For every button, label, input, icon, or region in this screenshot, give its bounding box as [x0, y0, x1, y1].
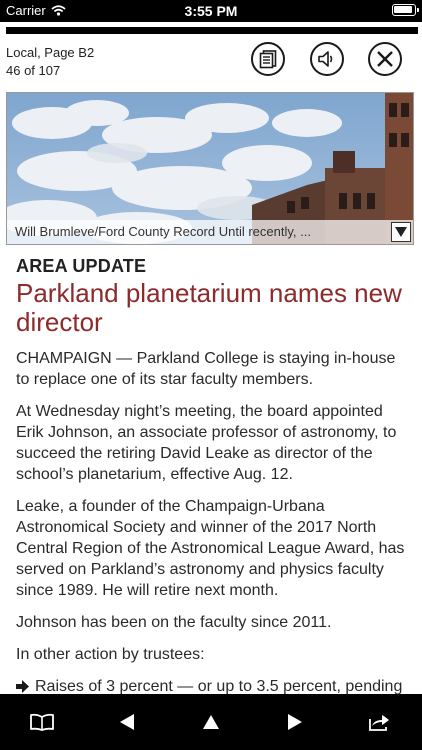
- bottom-toolbar: [0, 694, 422, 750]
- article-paragraph: CHAMPAIGN — Parkland College is staying …: [16, 350, 396, 388]
- status-right: [392, 4, 419, 16]
- reader-header: Local, Page B2 46 of 107: [0, 36, 422, 86]
- article-kicker: AREA UPDATE: [16, 256, 147, 276]
- article-headline: Parkland planetarium names new director: [16, 278, 402, 337]
- photo-caption-bar: Will Brumleve/Ford County Record Until r…: [7, 220, 413, 244]
- section-label: Local, Page B2: [6, 45, 95, 60]
- battery-icon: [392, 4, 419, 16]
- page-count: 46 of 107: [6, 63, 61, 78]
- contents-button[interactable]: [22, 702, 62, 742]
- article-paragraph: Leake, a founder of the Champaign-Urbana…: [16, 498, 405, 599]
- next-icon: [288, 714, 303, 730]
- document-icon: [259, 50, 277, 69]
- clock: 3:55 PM: [184, 3, 238, 19]
- photo-caption: Will Brumleve/Ford County Record Until r…: [15, 224, 311, 239]
- previous-icon: [119, 714, 134, 730]
- article-paragraph: At Wednesday night’s meeting, the board …: [16, 403, 397, 483]
- speaker-icon: [318, 51, 333, 67]
- page-info: Local, Page B2 46 of 107: [6, 44, 94, 80]
- share-button[interactable]: [360, 702, 400, 742]
- close-icon: [377, 51, 393, 67]
- book-icon: [30, 713, 55, 731]
- article-bullet: Raises of 3 percent — or up to 3.5 perce…: [16, 676, 412, 694]
- article-body: AREA UPDATE Parkland planetarium names n…: [16, 256, 412, 694]
- read-aloud-button[interactable]: [310, 42, 344, 76]
- page-view-button[interactable]: [251, 42, 285, 76]
- top-rule: [6, 27, 418, 34]
- close-button[interactable]: [368, 42, 402, 76]
- up-icon: [202, 715, 219, 729]
- status-bar: Carrier 3:55 PM: [0, 0, 422, 22]
- share-icon: [368, 715, 389, 731]
- caption-expand-button[interactable]: [391, 222, 411, 242]
- article-paragraph: In other action by trustees:: [16, 646, 205, 663]
- next-button[interactable]: [275, 702, 315, 742]
- up-button[interactable]: [191, 702, 231, 742]
- arrow-right-icon: [16, 680, 29, 693]
- article-photo[interactable]: Will Brumleve/Ford County Record Until r…: [6, 92, 414, 245]
- bullet-text: Raises of 3 percent — or up to 3.5 perce…: [35, 678, 403, 694]
- previous-button[interactable]: [107, 702, 147, 742]
- article-paragraph: Johnson has been on the faculty since 20…: [16, 614, 332, 631]
- triangle-down-icon: [395, 227, 407, 237]
